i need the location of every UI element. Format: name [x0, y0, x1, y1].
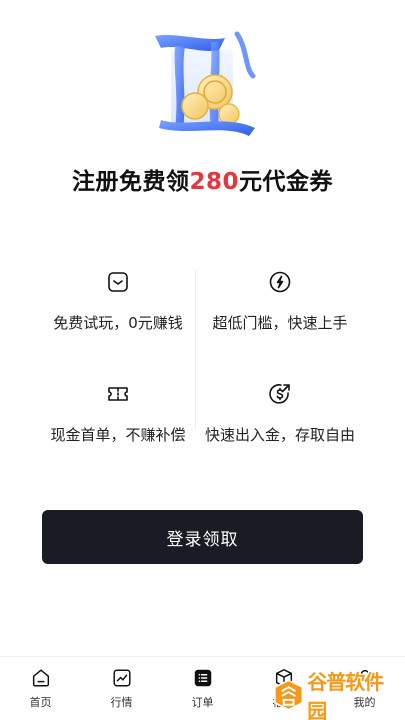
feature-fast-deposit: 快速出入金，存取自由: [190, 382, 370, 445]
feature-text: 快速出入金，存取自由: [204, 426, 355, 444]
trend-chart-icon: [112, 669, 131, 687]
home-icon: [32, 669, 49, 687]
tab-home[interactable]: 首页: [0, 657, 81, 720]
headline-prefix: 注册免费领: [71, 169, 190, 195]
watermark-text: 谷普软件园: [307, 670, 384, 720]
feature-text: 超低门槛，快速上手: [212, 314, 348, 332]
watermark-logo-icon: [274, 679, 304, 711]
wallet-icon: [108, 272, 128, 292]
headline-suffix: 元代金券: [239, 169, 333, 195]
tab-label: 首页: [29, 696, 52, 709]
dollar-arrow-icon: [269, 384, 290, 404]
ticket-icon: [108, 387, 128, 401]
lightning-icon: [269, 271, 291, 293]
feature-cash-first-order: 现金首单，不赚补偿: [28, 382, 208, 445]
feature-free-trial: 免费试玩，0元赚钱: [28, 270, 208, 333]
order-list-icon: [194, 669, 211, 687]
tab-label: 订单: [191, 696, 214, 709]
tab-market[interactable]: 行情: [81, 657, 162, 720]
gift-coins-illustration: [155, 31, 256, 136]
feature-text: 免费试玩，0元赚钱: [53, 314, 183, 332]
tab-label: 行情: [110, 696, 133, 709]
tab-orders[interactable]: 订单: [162, 657, 243, 720]
headline-amount: 280: [189, 169, 239, 195]
feature-text: 现金首单，不赚补偿: [50, 426, 186, 444]
promo-headline: 注册免费领280元代金券: [0, 162, 405, 196]
feature-low-threshold: 超低门槛，快速上手: [190, 270, 370, 333]
login-claim-button[interactable]: 登录领取: [42, 510, 363, 564]
site-watermark: 谷普软件园: [272, 670, 400, 720]
